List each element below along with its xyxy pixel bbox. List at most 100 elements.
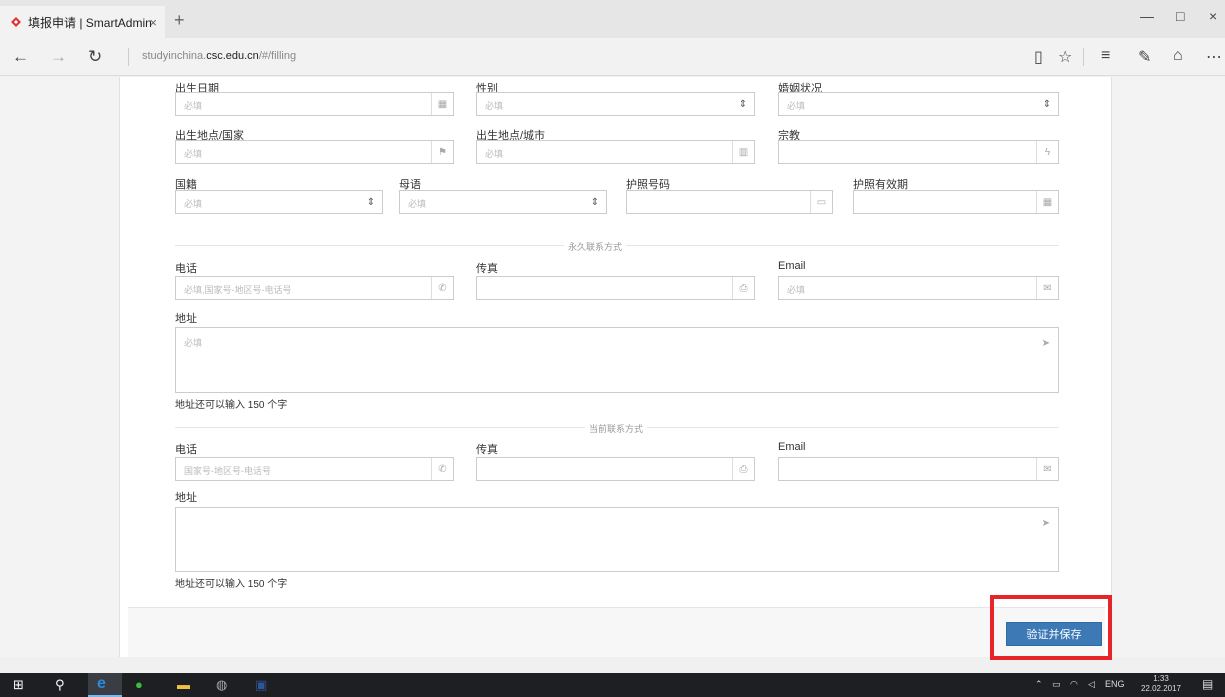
birth-city-field[interactable]: 必填 ▥ [476,140,755,164]
page-background: 出生日期 必填 ▦ 性别 必填 ⇕ 婚姻状况 必填 ⇕ 出生地点/国家 必填 ⚑… [0,77,1225,657]
calendar-icon: ▦ [431,93,453,115]
new-tab-icon[interactable]: + [174,10,185,31]
passport-expiry-field[interactable]: ▦ [853,190,1059,214]
perm-fax-label: 传真 [476,263,498,275]
windows-taskbar: ⊞ ⚲ e ● ▬ ◍ ▣ ⌃ ▭ ◠ ◁ ENG 1:33 22.02.201… [0,673,1225,697]
native-language-placeholder: 必填 [408,199,427,209]
select-arrows-icon: ⇕ [366,196,376,208]
nationality-select[interactable]: 必填 ⇕ [175,190,383,214]
curr-email-field[interactable]: ✉ [778,457,1059,481]
favorite-star-icon[interactable]: ☆ [1058,47,1072,67]
battery-icon[interactable]: ▭ [1052,679,1061,690]
language-indicator[interactable]: ENG [1105,679,1125,689]
refresh-icon[interactable]: ↻ [88,47,102,67]
marital-select[interactable]: 必填 ⇕ [778,92,1059,116]
curr-address-textarea[interactable]: ➤ [175,507,1059,572]
nationality-placeholder: 必填 [184,199,203,209]
perm-address-hint: 地址还可以输入 150 个字 [175,400,288,411]
location-arrow-icon: ➤ [1041,338,1050,349]
toolbar-separator [1083,48,1084,66]
perm-phone-placeholder: 必填,国家号-地区号-电话号 [184,285,292,295]
address-bar[interactable]: studyinchina.csc.edu.cn/#/filling [142,50,296,62]
browser-nav-bar: ← → ↻ studyinchina.csc.edu.cn/#/filling … [0,38,1225,76]
perm-email-field[interactable]: 必填 ✉ [778,276,1059,300]
tab-close-icon[interactable]: × [149,15,157,30]
start-icon[interactable]: ⊞ [13,677,24,693]
tray-chevron-icon[interactable]: ⌃ [1035,679,1043,690]
curr-email-label: Email [778,441,806,453]
select-arrows-icon: ⇕ [590,196,600,208]
url-path: /#/filling [258,50,297,62]
wechat-icon[interactable]: ● [135,677,143,692]
native-language-select[interactable]: 必填 ⇕ [399,190,607,214]
perm-email-label: Email [778,260,806,272]
perm-address-label: 地址 [175,313,197,325]
paint-icon[interactable]: ◍ [216,677,227,693]
building-icon: ▥ [732,141,754,163]
select-arrows-icon: ⇕ [1042,98,1052,110]
reading-view-icon[interactable]: ▯ [1034,47,1043,67]
curr-phone-field[interactable]: 国家号-地区号-电话号 ✆ [175,457,454,481]
highlight-box [990,595,1112,660]
curr-fax-label: 传真 [476,444,498,456]
curr-address-label: 地址 [175,492,197,504]
browser-tab-bar: 填报申请 | SmartAdmin × + — □ × [0,0,1225,38]
back-icon[interactable]: ← [12,47,29,67]
perm-phone-label: 电话 [175,263,197,275]
envelope-icon: ✉ [1036,277,1058,299]
select-arrows-icon: ⇕ [738,98,748,110]
form-card: 出生日期 必填 ▦ 性别 必填 ⇕ 婚姻状况 必填 ⇕ 出生地点/国家 必填 ⚑… [119,77,1112,657]
birth-country-placeholder: 必填 [184,149,203,159]
search-icon[interactable]: ⚲ [55,677,65,693]
perm-address-textarea[interactable]: 必填 ➤ [175,327,1059,393]
edge-icon: e [97,675,106,692]
browser-tab[interactable]: 填报申请 | SmartAdmin × [0,6,165,38]
birth-city-placeholder: 必填 [485,149,504,159]
clock[interactable]: 1:33 22.02.2017 [1137,674,1185,694]
site-favicon-icon [11,17,21,27]
share-icon[interactable]: ⌂ [1173,47,1183,65]
file-explorer-icon[interactable]: ▬ [177,677,190,692]
notifications-icon[interactable]: ▤ [1202,677,1213,691]
gender-select[interactable]: 必填 ⇕ [476,92,755,116]
birth-date-field[interactable]: 必填 ▦ [175,92,454,116]
calendar-icon: ▦ [1036,191,1058,213]
url-domain: csc.edu.cn [206,50,259,62]
phone-icon: ✆ [431,277,453,299]
minimize-icon[interactable]: — [1140,8,1154,24]
location-arrow-icon: ➤ [1041,518,1050,529]
hub-icon[interactable]: ≡ [1101,47,1110,65]
url-prefix: studyinchina. [142,50,207,62]
volume-icon[interactable]: ◁ [1088,679,1095,690]
passport-no-field[interactable]: ▭ [626,190,833,214]
religion-field[interactable]: ϟ [778,140,1059,164]
edge-taskbar-item[interactable]: e [88,673,122,697]
clock-date: 22.02.2017 [1140,684,1182,693]
clock-time: 1:33 [1153,674,1169,683]
current-section-title: 当前联系方式 [585,422,648,435]
curr-address-hint: 地址还可以输入 150 个字 [175,579,288,590]
birth-country-field[interactable]: 必填 ⚑ [175,140,454,164]
maximize-icon[interactable]: □ [1176,8,1184,24]
gender-placeholder: 必填 [485,101,504,111]
fax-icon: ⎙ [732,277,754,299]
phone-icon: ✆ [431,458,453,480]
lightning-icon: ϟ [1036,141,1058,163]
marital-placeholder: 必填 [787,101,806,111]
forward-icon[interactable]: → [50,47,67,67]
more-icon[interactable]: ⋯ [1206,47,1222,67]
web-note-icon[interactable]: ✎ [1138,47,1151,67]
perm-fax-field[interactable]: ⎙ [476,276,755,300]
wifi-icon[interactable]: ◠ [1070,679,1078,690]
perm-phone-field[interactable]: 必填,国家号-地区号-电话号 ✆ [175,276,454,300]
birth-date-placeholder: 必填 [184,101,203,111]
window-close-icon[interactable]: × [1209,8,1217,24]
permanent-section-title: 永久联系方式 [564,240,627,253]
address-separator [128,48,129,66]
envelope-icon: ✉ [1036,458,1058,480]
word-icon[interactable]: ▣ [255,677,267,693]
curr-fax-field[interactable]: ⎙ [476,457,755,481]
tab-title: 填报申请 | SmartAdmin [28,15,152,30]
form-footer: 验证并保存 [128,607,1105,657]
fax-icon: ⎙ [732,458,754,480]
